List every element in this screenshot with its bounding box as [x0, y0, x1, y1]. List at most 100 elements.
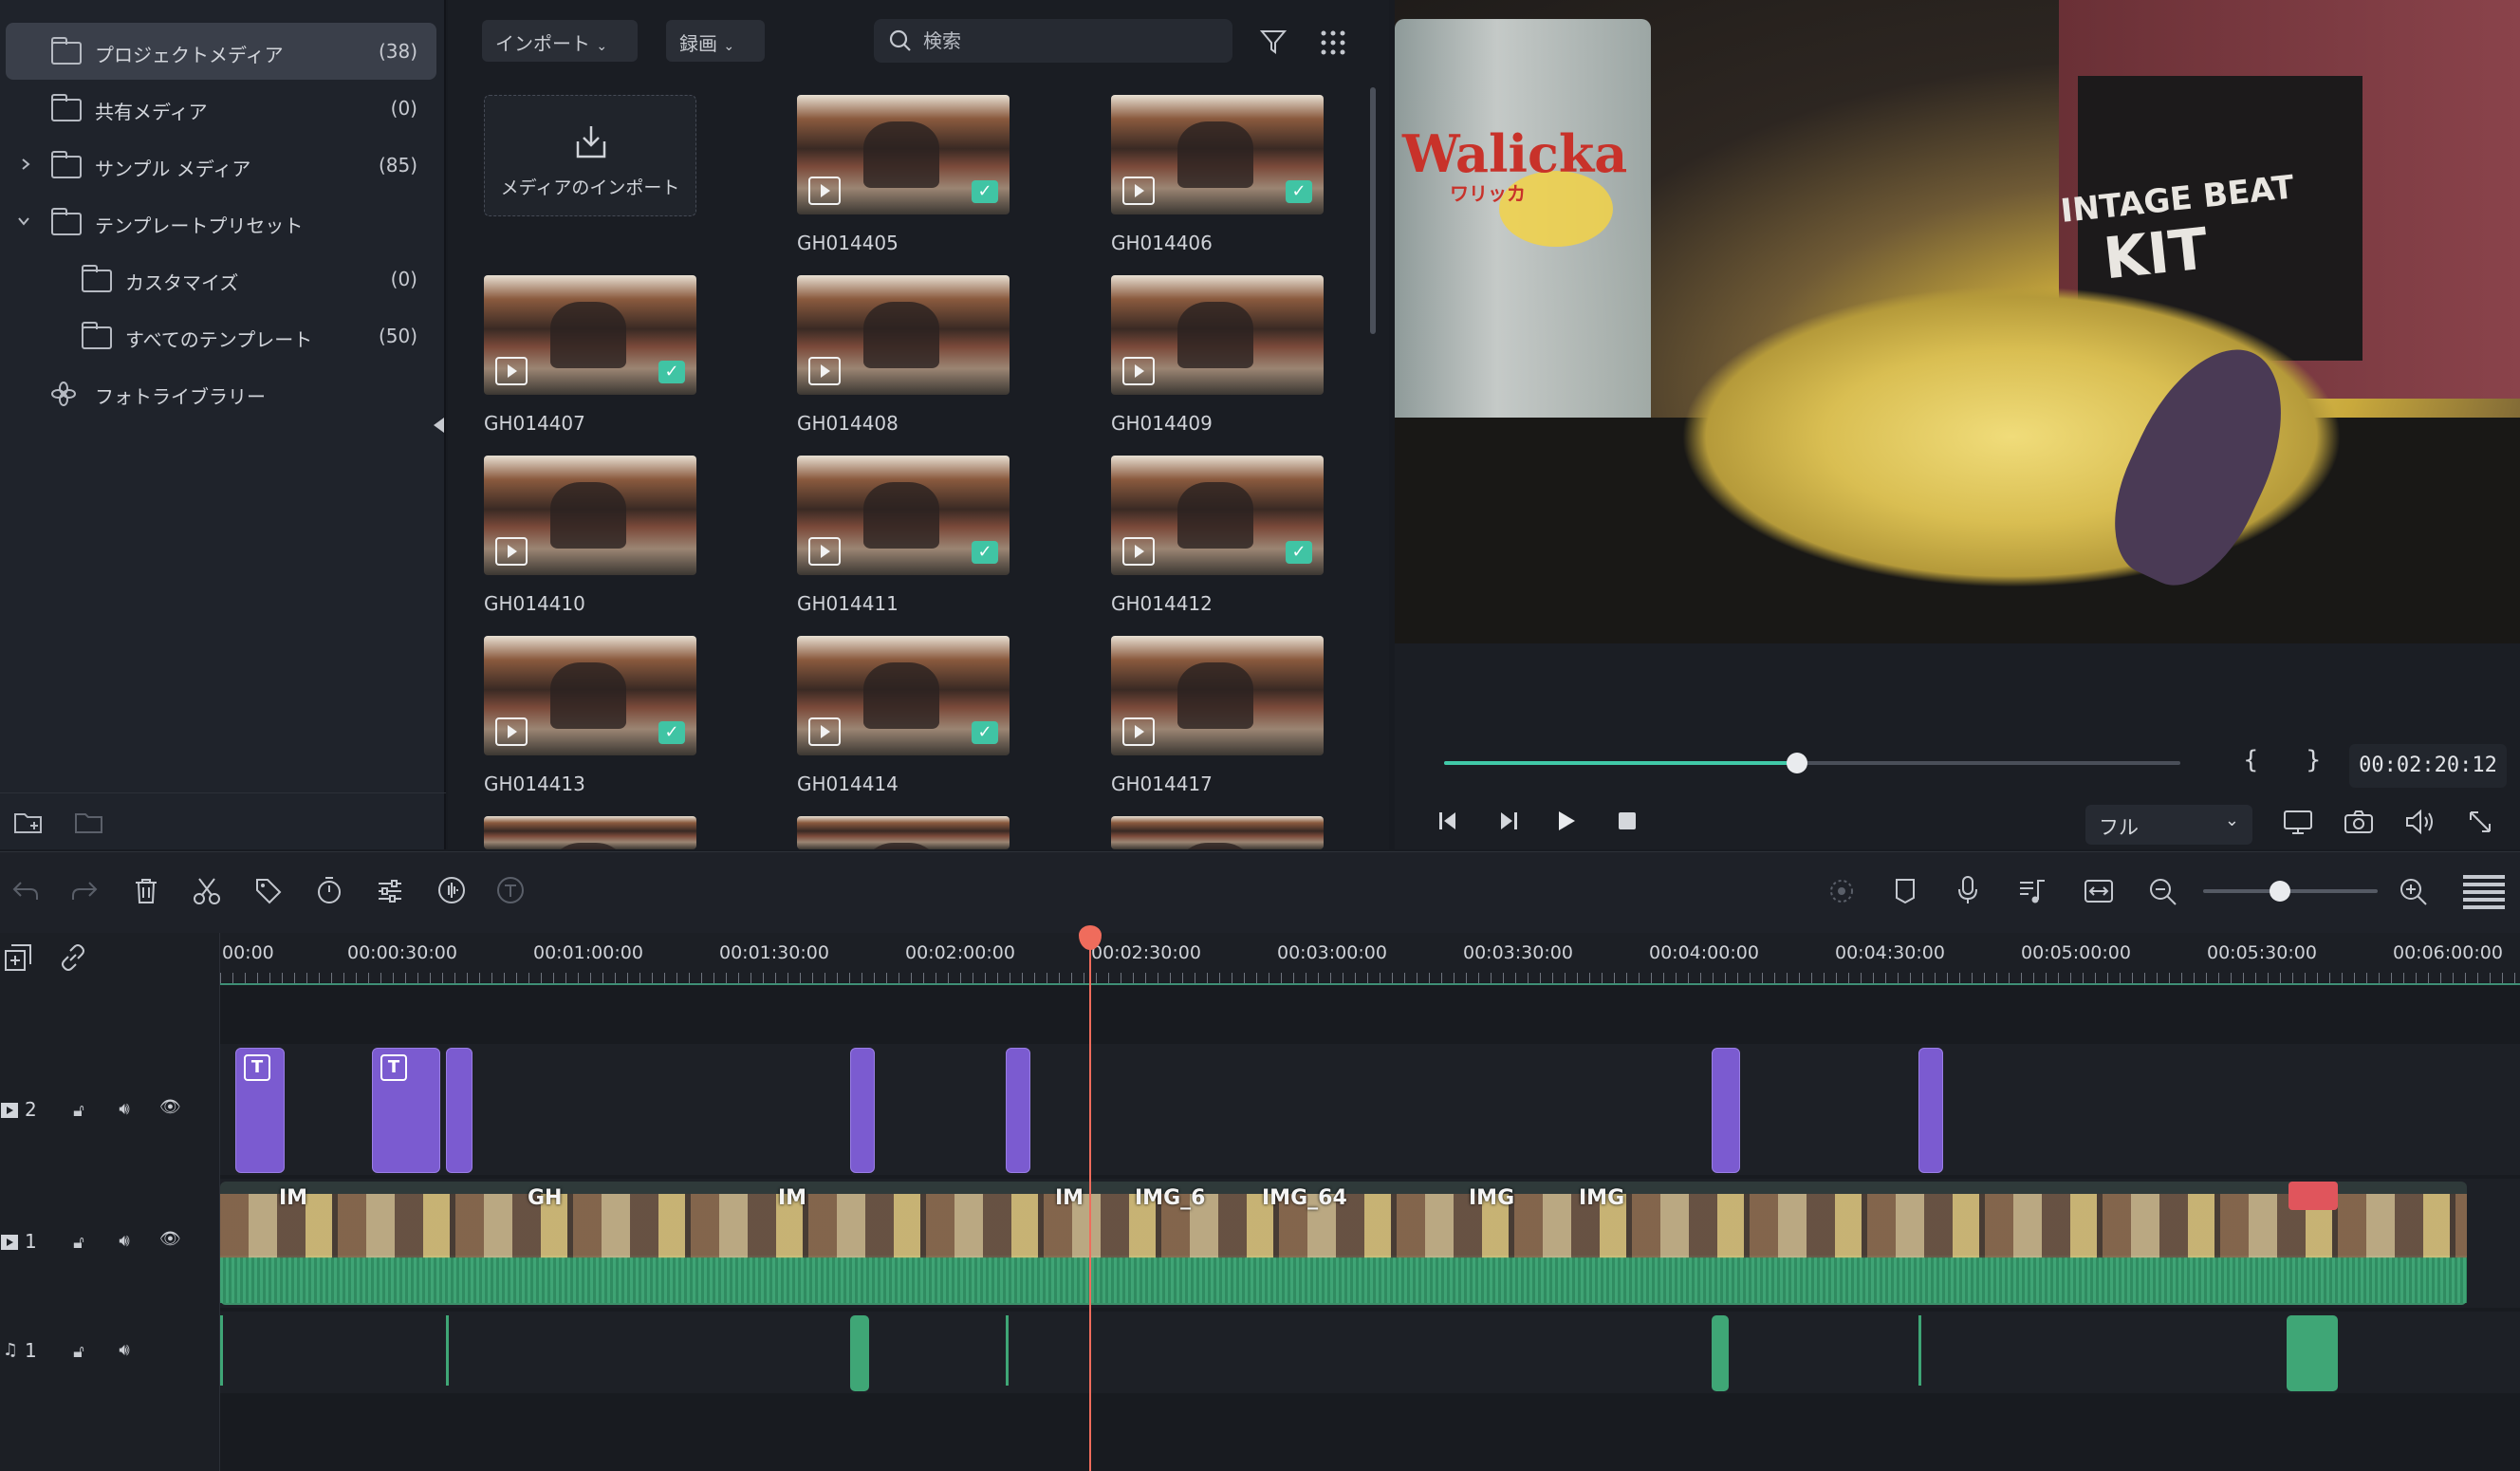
fit-timeline-icon[interactable]: [2084, 877, 2114, 905]
chevron-down-icon: ⌄: [2224, 810, 2239, 830]
title-clip[interactable]: [446, 1048, 472, 1173]
search-input[interactable]: [923, 27, 1208, 55]
playback-quality-select[interactable]: フル ⌄: [2085, 805, 2252, 845]
audio-clip[interactable]: [2287, 1315, 2338, 1391]
media-thumbnail[interactable]: [1111, 636, 1324, 755]
speaker-icon[interactable]: 🔊︎: [114, 1099, 135, 1120]
link-icon[interactable]: [59, 943, 87, 972]
folder-icon: [82, 322, 112, 349]
audio-clip[interactable]: [220, 1315, 223, 1386]
media-thumbnail[interactable]: ✓: [797, 95, 1010, 214]
render-icon[interactable]: [1827, 877, 1856, 905]
text-to-speech-icon[interactable]: [495, 875, 526, 905]
media-thumbnail[interactable]: [484, 816, 696, 849]
mark-in-button[interactable]: {: [2243, 746, 2259, 774]
clip-name: IM: [778, 1186, 807, 1210]
media-thumbnail[interactable]: [797, 275, 1010, 395]
add-track-icon[interactable]: [4, 943, 32, 972]
fullscreen-icon[interactable]: [2467, 809, 2493, 835]
media-thumbnail[interactable]: ✓: [797, 636, 1010, 755]
play-icon[interactable]: [1554, 809, 1579, 833]
grid-view-icon[interactable]: [1321, 30, 1345, 55]
ruler-tick-label: 00:04:30:00: [1835, 942, 1945, 963]
media-thumbnail[interactable]: ✓: [1111, 95, 1324, 214]
playhead-line[interactable]: [1089, 933, 1091, 1471]
track-headers: [0, 933, 220, 1471]
title-clip[interactable]: [1918, 1048, 1943, 1173]
mark-out-button[interactable]: }: [2306, 746, 2322, 774]
ruler-tick-label: 00:03:00:00: [1277, 942, 1387, 963]
audio-clip[interactable]: [1918, 1315, 1921, 1386]
track-2-lane[interactable]: [220, 1044, 2520, 1175]
audio-clip[interactable]: [1712, 1315, 1729, 1391]
next-frame-icon[interactable]: [1493, 809, 1522, 833]
media-thumbnail[interactable]: [1111, 816, 1324, 849]
stop-icon[interactable]: [1617, 810, 1638, 831]
media-thumbnail[interactable]: ✓: [1111, 456, 1324, 575]
search-box[interactable]: [874, 19, 1232, 63]
filter-icon[interactable]: [1260, 28, 1287, 55]
library-item-shared-media[interactable]: 共有メディア (0): [6, 80, 436, 137]
zoom-out-icon[interactable]: [2148, 877, 2178, 907]
speaker-icon[interactable]: 🔊︎: [114, 1340, 135, 1361]
media-thumbnail[interactable]: ✓: [484, 275, 696, 395]
eye-icon[interactable]: 👁︎: [159, 1229, 181, 1250]
library-item-customize[interactable]: カスタマイズ (0): [6, 251, 436, 307]
tag-icon[interactable]: [254, 877, 283, 905]
lock-icon[interactable]: 🔓︎: [68, 1342, 89, 1363]
title-clip[interactable]: [1006, 1048, 1030, 1173]
chevron-down-icon[interactable]: [17, 214, 30, 228]
redo-icon[interactable]: [70, 879, 99, 903]
media-thumbnail[interactable]: ✓: [484, 636, 696, 755]
music-list-icon[interactable]: [2017, 877, 2048, 905]
import-media-tile[interactable]: メディアのインポート: [484, 95, 696, 216]
delete-icon[interactable]: [133, 877, 159, 905]
zoom-slider-track[interactable]: [2203, 889, 2378, 893]
lock-icon[interactable]: 🔓︎: [68, 1101, 89, 1122]
clip-marker[interactable]: [2288, 1182, 2338, 1210]
audio-clip[interactable]: [1006, 1315, 1009, 1386]
lock-icon[interactable]: 🔓︎: [68, 1233, 89, 1254]
monitor-icon[interactable]: [2283, 809, 2313, 835]
media-thumbnail[interactable]: [1111, 275, 1324, 395]
zoom-slider-knob[interactable]: [2270, 881, 2290, 902]
library-item-count: (50): [378, 325, 417, 347]
folder-outline-icon[interactable]: [74, 810, 104, 835]
record-dropdown[interactable]: 録画 ⌄: [666, 20, 765, 62]
new-folder-icon[interactable]: [13, 810, 44, 835]
speed-timer-icon[interactable]: [315, 875, 343, 905]
title-clip[interactable]: [850, 1048, 875, 1173]
snapshot-camera-icon[interactable]: [2344, 809, 2374, 835]
library-item-template-presets[interactable]: テンプレートプリセット: [6, 194, 436, 251]
speaker-icon[interactable]: 🔊︎: [114, 1231, 135, 1252]
media-thumbnail[interactable]: [797, 816, 1010, 849]
audio-clip[interactable]: [446, 1315, 449, 1386]
zoom-in-icon[interactable]: [2399, 877, 2429, 907]
chevron-right-icon[interactable]: [19, 158, 32, 171]
title-clip[interactable]: [1712, 1048, 1740, 1173]
adjust-sliders-icon[interactable]: [376, 877, 404, 905]
audio-track-lane[interactable]: [220, 1312, 2520, 1393]
audio-waveform-icon[interactable]: [436, 875, 467, 905]
media-thumbnail[interactable]: [484, 456, 696, 575]
marker-icon[interactable]: [1894, 877, 1917, 905]
microphone-icon[interactable]: [1956, 875, 1979, 905]
split-scissors-icon[interactable]: [192, 877, 222, 905]
media-thumbnail[interactable]: ✓: [797, 456, 1010, 575]
eye-icon[interactable]: 👁︎: [159, 1097, 181, 1118]
library-item-all-templates[interactable]: すべてのテンプレート (50): [6, 307, 436, 364]
import-dropdown[interactable]: インポート ⌄: [482, 20, 638, 62]
library-item-sample-media[interactable]: サンプル メディア (85): [6, 137, 436, 194]
media-scrollbar[interactable]: [1370, 87, 1376, 334]
title-clip[interactable]: T: [235, 1048, 285, 1173]
undo-icon[interactable]: [11, 879, 40, 903]
volume-icon[interactable]: [2404, 809, 2437, 835]
audio-clip[interactable]: [850, 1315, 869, 1391]
collapse-panel-arrow-icon[interactable]: [434, 418, 444, 433]
title-clip[interactable]: T: [372, 1048, 440, 1173]
previous-frame-icon[interactable]: [1435, 809, 1463, 833]
timeline-layout-icon[interactable]: [2461, 873, 2507, 911]
library-item-project-media[interactable]: プロジェクトメディア (38): [6, 23, 436, 80]
library-item-photo-library[interactable]: フォトライブラリー: [6, 364, 436, 421]
library-footer: [0, 792, 446, 849]
